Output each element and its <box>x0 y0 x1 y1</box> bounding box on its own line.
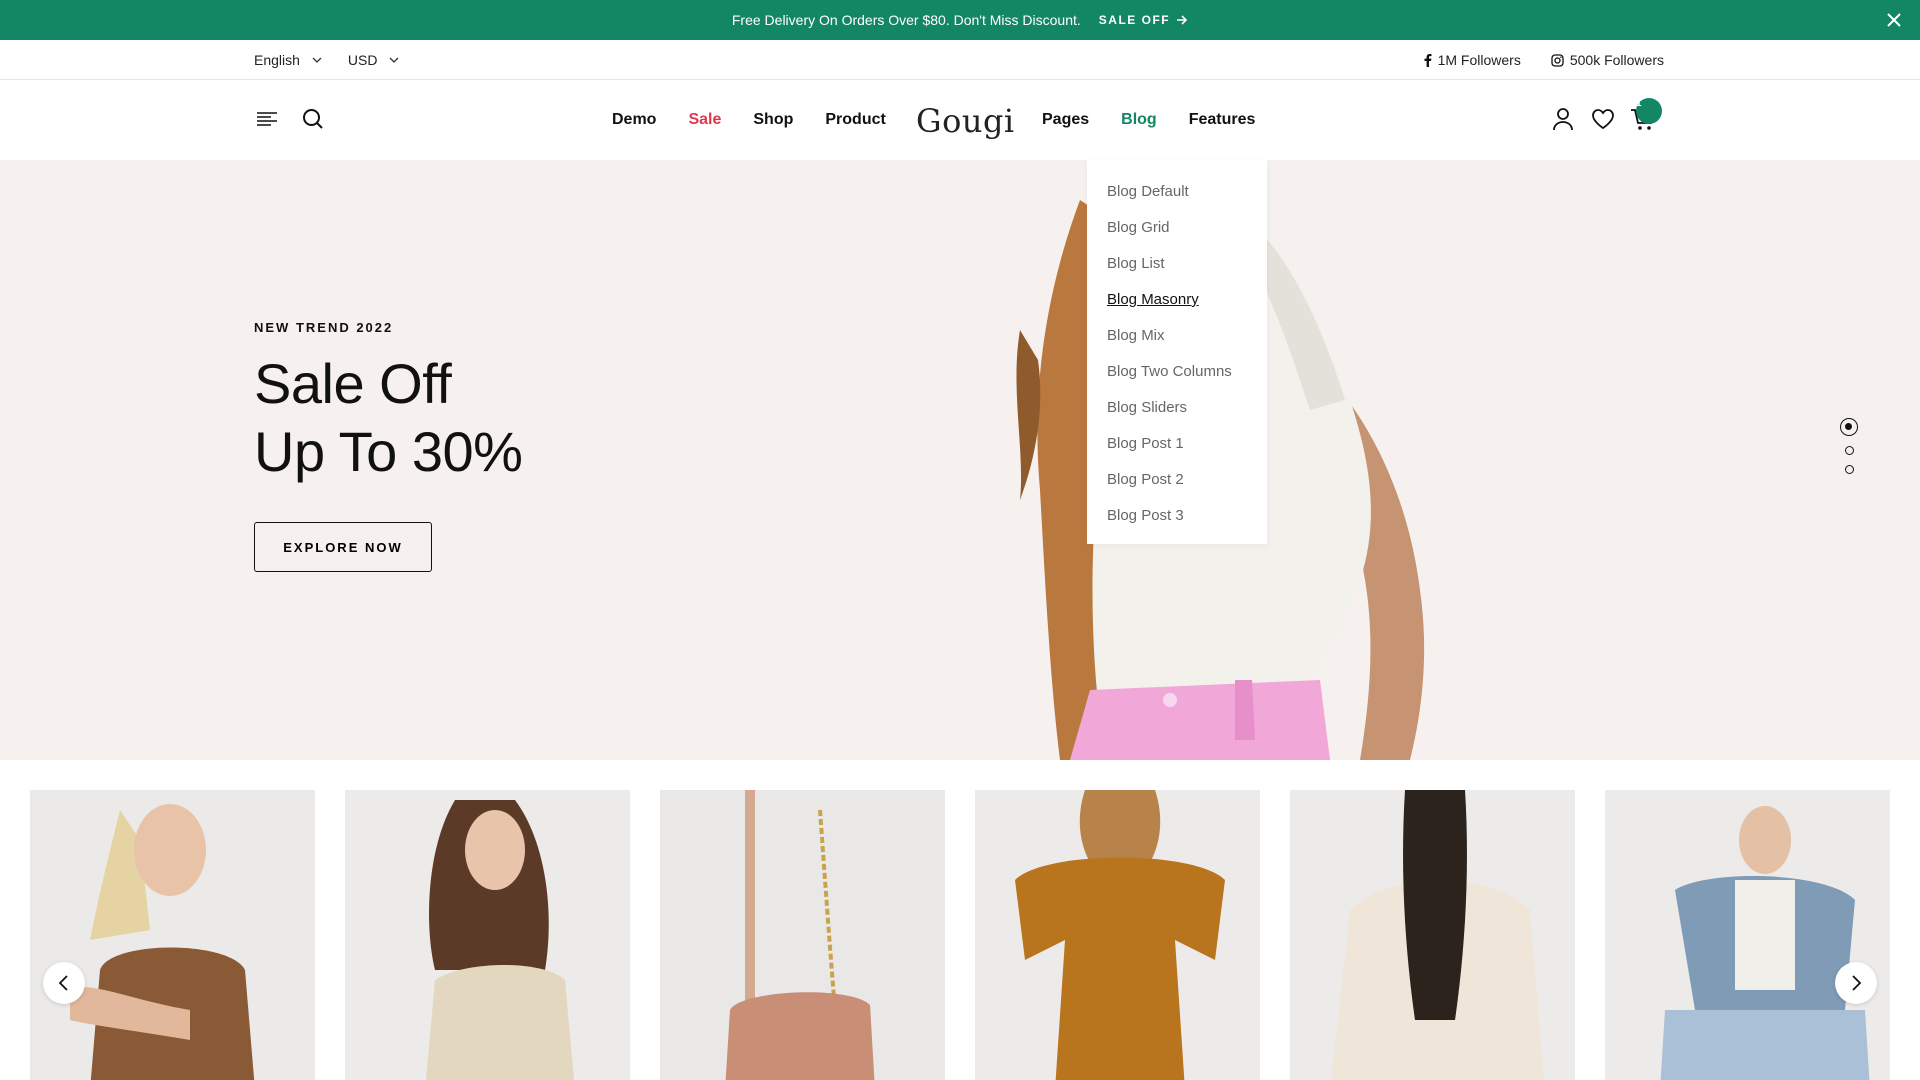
search-icon[interactable] <box>300 106 326 132</box>
instagram-followers: 500k Followers <box>1569 52 1664 68</box>
slider-dots <box>1840 418 1858 474</box>
explore-now-button[interactable]: EXPLORE NOW <box>254 522 432 572</box>
arrow-right-icon <box>1177 15 1188 25</box>
facebook-icon <box>1424 53 1432 67</box>
slider-dot-1[interactable] <box>1840 418 1858 436</box>
close-icon[interactable] <box>1882 8 1906 32</box>
blog-menu-item[interactable]: Blog List <box>1107 246 1247 282</box>
mustard-dress-image <box>975 790 1260 1080</box>
hero-title-line-1: Sale Off <box>254 352 452 415</box>
main-nav-right: Pages Blog Features <box>1042 80 1255 160</box>
language-value: English <box>254 52 300 68</box>
main-nav-left: Demo Sale Shop Product <box>612 80 886 160</box>
model-leopard-camisole-image <box>30 790 315 1080</box>
slider-dot-3[interactable] <box>1844 465 1854 474</box>
chevron-down-icon <box>312 57 322 63</box>
main-header: Demo Sale Shop Product Gougi Pages Blog … <box>0 80 1920 160</box>
sale-off-label: SALE OFF <box>1098 13 1171 27</box>
chevron-left-icon <box>58 975 68 991</box>
model-jeans-tank-image <box>1605 790 1890 1080</box>
carousel-next-button[interactable] <box>1835 962 1877 1004</box>
product-card[interactable] <box>975 790 1260 1080</box>
nav-features[interactable]: Features <box>1189 111 1256 129</box>
blog-menu-item[interactable]: Blog Grid <box>1107 210 1247 246</box>
product-carousel <box>0 760 1920 1080</box>
blog-menu-item[interactable]: Blog Post 3 <box>1107 498 1247 534</box>
blog-menu-item[interactable]: Blog Two Columns <box>1107 354 1247 390</box>
chevron-right-icon <box>1852 975 1862 991</box>
wishlist-icon[interactable] <box>1590 106 1616 132</box>
product-card[interactable] <box>1290 790 1575 1080</box>
hero-title: Sale Off Up To 30% <box>254 350 523 486</box>
carousel-prev-button[interactable] <box>43 962 85 1004</box>
chevron-down-icon <box>390 57 399 63</box>
slider-dot-2[interactable] <box>1844 446 1854 455</box>
top-bar: English USD 1M Followers 500k Followers <box>0 40 1920 80</box>
product-card[interactable] <box>660 790 945 1080</box>
product-card[interactable] <box>1605 790 1890 1080</box>
hero-title-line-2: Up To 30% <box>254 420 523 483</box>
nav-product[interactable]: Product <box>825 111 885 129</box>
site-logo[interactable]: Gougi <box>916 102 1015 140</box>
currency-value: USD <box>347 52 378 68</box>
product-card[interactable] <box>345 790 630 1080</box>
cart-icon[interactable]: 1 <box>1630 98 1662 132</box>
nav-sale[interactable]: Sale <box>688 111 721 129</box>
blog-dropdown-menu: Blog Default Blog Grid Blog List Blog Ma… <box>1087 160 1267 544</box>
hero-slider: NEW TREND 2022 Sale Off Up To 30% EXPLOR… <box>0 160 1920 760</box>
hero-eyebrow: NEW TREND 2022 <box>254 320 394 335</box>
announcement-bar: Free Delivery On Orders Over $80. Don't … <box>0 0 1920 40</box>
account-icon[interactable] <box>1550 106 1576 132</box>
model-crochet-top-image <box>345 790 630 1080</box>
cart-count-badge: 1 <box>1636 98 1662 124</box>
instagram-icon <box>1551 53 1564 67</box>
nav-blog[interactable]: Blog <box>1121 111 1157 129</box>
currency-select[interactable]: USD <box>348 52 400 68</box>
blog-menu-item[interactable]: Blog Post 1 <box>1107 426 1247 462</box>
menu-icon[interactable] <box>254 106 280 132</box>
blog-menu-item[interactable]: Blog Mix <box>1107 318 1247 354</box>
cream-knit-sweater-image <box>1290 790 1575 1080</box>
instagram-link[interactable]: 500k Followers <box>1551 52 1664 68</box>
nav-shop[interactable]: Shop <box>753 111 793 129</box>
nav-pages[interactable]: Pages <box>1042 111 1089 129</box>
blog-menu-item[interactable]: Blog Post 2 <box>1107 462 1247 498</box>
blog-menu-item[interactable]: Blog Sliders <box>1107 390 1247 426</box>
blog-menu-item-current[interactable]: Blog Masonry <box>1107 282 1247 318</box>
language-select[interactable]: English <box>254 52 322 68</box>
tan-chain-bag-image <box>660 790 945 1080</box>
product-card[interactable] <box>30 790 315 1080</box>
blog-menu-item[interactable]: Blog Default <box>1107 174 1247 210</box>
facebook-link[interactable]: 1M Followers <box>1424 52 1521 68</box>
sale-off-link[interactable]: SALE OFF <box>1099 13 1188 27</box>
announcement-message: Free Delivery On Orders Over $80. Don't … <box>731 12 1081 28</box>
nav-demo[interactable]: Demo <box>612 111 656 129</box>
facebook-followers: 1M Followers <box>1437 52 1521 68</box>
